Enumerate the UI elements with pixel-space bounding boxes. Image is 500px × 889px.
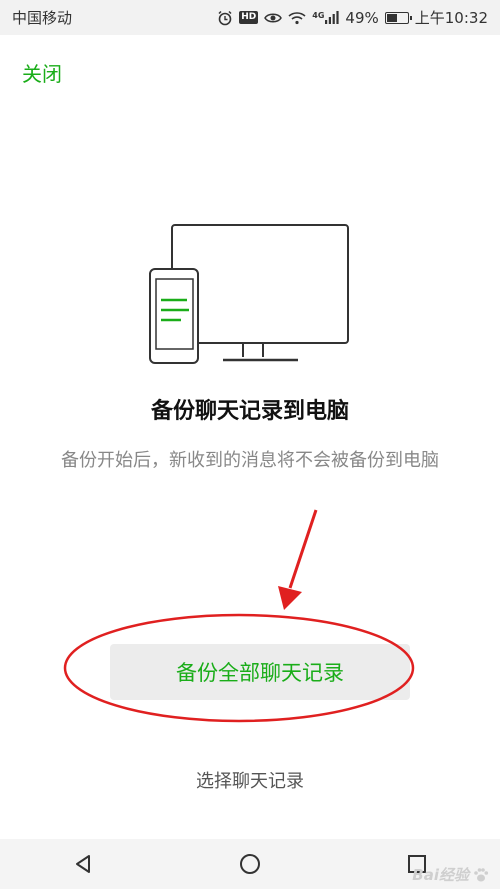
back-icon[interactable] [63,844,103,884]
select-chat-records-link[interactable]: 选择聊天记录 [0,767,500,793]
phone-to-computer-illustration [145,222,355,367]
annotation-arrow [278,509,318,610]
eye-icon [264,11,283,25]
alarm-icon [217,10,233,26]
hd-icon: HD [239,11,259,24]
backup-all-button[interactable]: 备份全部聊天记录 [110,644,410,700]
status-icons: HD 4G 49% 上午10:32 [217,7,488,28]
battery-fill [386,13,397,22]
watermark-text: Bai经验 [412,866,469,884]
page-subtitle: 备份开始后，新收到的消息将不会被备份到电脑 [61,450,439,471]
signal-icon: 4G [312,11,340,24]
clock-label: 上午10:32 [414,9,488,27]
battery-percent: 49% [345,8,379,27]
home-icon[interactable] [230,844,270,884]
carrier-label: 中国移动 [12,9,73,27]
page-title: 备份聊天记录到电脑 [150,399,349,424]
status-bar: 中国移动 HD 4G 49% 上午10:32 [0,0,500,35]
paw-icon [474,867,489,881]
wifi-icon [288,11,306,25]
close-button[interactable]: 关闭 [22,58,62,87]
network-type-label: 4G [312,11,325,20]
battery-icon [384,11,412,24]
watermark: Bai经验 [412,864,490,885]
